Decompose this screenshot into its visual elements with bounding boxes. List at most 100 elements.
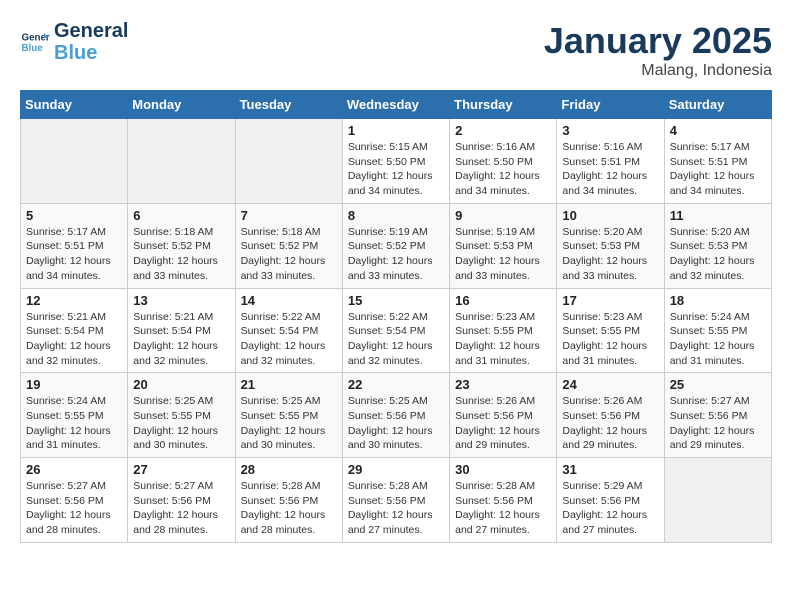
calendar-cell: 23Sunrise: 5:26 AMSunset: 5:56 PMDayligh… bbox=[450, 373, 557, 458]
day-info: Sunrise: 5:24 AMSunset: 5:55 PMDaylight:… bbox=[670, 310, 766, 369]
day-info: Sunrise: 5:28 AMSunset: 5:56 PMDaylight:… bbox=[241, 479, 337, 538]
day-number: 27 bbox=[133, 462, 229, 477]
calendar-cell: 13Sunrise: 5:21 AMSunset: 5:54 PMDayligh… bbox=[128, 288, 235, 373]
day-number: 3 bbox=[562, 123, 658, 138]
calendar-cell: 3 Sunrise: 5:16 AMSunset: 5:51 PMDaylight… bbox=[557, 119, 664, 204]
day-number: 22 bbox=[348, 377, 444, 392]
day-number: 12 bbox=[26, 293, 122, 308]
calendar-cell: 6 Sunrise: 5:18 AMSunset: 5:52 PMDaylight… bbox=[128, 203, 235, 288]
calendar-cell: 14 Sunrise: 5:22 AMSunset: 5:54 PMDayligh… bbox=[235, 288, 342, 373]
calendar-cell: 7 Sunrise: 5:18 AMSunset: 5:52 PMDaylight… bbox=[235, 203, 342, 288]
day-info: Sunrise: 5:15 AMSunset: 5:50 PMDaylight:… bbox=[348, 140, 444, 199]
calendar-cell: 5 Sunrise: 5:17 AMSunset: 5:51 PMDaylight… bbox=[21, 203, 128, 288]
day-number: 18 bbox=[670, 293, 766, 308]
day-info: Sunrise: 5:27 AMSunset: 5:56 PMDaylight:… bbox=[133, 479, 229, 538]
day-info: Sunrise: 5:20 AMSunset: 5:53 PMDaylight:… bbox=[670, 225, 766, 284]
calendar-cell: 15 Sunrise: 5:22 AMSunset: 5:54 PMDayligh… bbox=[342, 288, 449, 373]
svg-text:Blue: Blue bbox=[22, 43, 44, 54]
title-block: January 2025 Malang, Indonesia bbox=[544, 20, 772, 80]
week-row-1: 1Sunrise: 5:15 AMSunset: 5:50 PMDaylight… bbox=[21, 119, 772, 204]
day-info: Sunrise: 5:27 AMSunset: 5:56 PMDaylight:… bbox=[670, 394, 766, 453]
calendar-cell: 27 Sunrise: 5:27 AMSunset: 5:56 PMDayligh… bbox=[128, 458, 235, 543]
calendar-cell: 19 Sunrise: 5:24 AMSunset: 5:55 PMDayligh… bbox=[21, 373, 128, 458]
weekday-header-monday: Monday bbox=[128, 91, 235, 119]
day-number: 17 bbox=[562, 293, 658, 308]
calendar-cell: 12 Sunrise: 5:21 AMSunset: 5:54 PMDayligh… bbox=[21, 288, 128, 373]
day-info: Sunrise: 5:27 AMSunset: 5:56 PMDaylight:… bbox=[26, 479, 122, 538]
day-info: Sunrise: 5:20 AMSunset: 5:53 PMDaylight:… bbox=[562, 225, 658, 284]
logo-text-line1: General bbox=[54, 20, 128, 42]
week-row-4: 19 Sunrise: 5:24 AMSunset: 5:55 PMDayligh… bbox=[21, 373, 772, 458]
day-info: Sunrise: 5:18 AMSunset: 5:52 PMDaylight:… bbox=[241, 225, 337, 284]
day-number: 31 bbox=[562, 462, 658, 477]
calendar-cell: 8Sunrise: 5:19 AMSunset: 5:52 PMDaylight… bbox=[342, 203, 449, 288]
day-info: Sunrise: 5:17 AMSunset: 5:51 PMDaylight:… bbox=[26, 225, 122, 284]
day-number: 5 bbox=[26, 208, 122, 223]
day-info: Sunrise: 5:16 AMSunset: 5:51 PMDaylight:… bbox=[562, 140, 658, 199]
day-info: Sunrise: 5:22 AMSunset: 5:54 PMDaylight:… bbox=[348, 310, 444, 369]
calendar-cell bbox=[664, 458, 771, 543]
calendar-table: SundayMondayTuesdayWednesdayThursdayFrid… bbox=[20, 90, 772, 543]
logo-text-line2: Blue bbox=[54, 42, 128, 64]
calendar-cell: 30 Sunrise: 5:28 AMSunset: 5:56 PMDayligh… bbox=[450, 458, 557, 543]
day-info: Sunrise: 5:25 AMSunset: 5:55 PMDaylight:… bbox=[133, 394, 229, 453]
calendar-cell: 16 Sunrise: 5:23 AMSunset: 5:55 PMDayligh… bbox=[450, 288, 557, 373]
calendar-cell: 20 Sunrise: 5:25 AMSunset: 5:55 PMDayligh… bbox=[128, 373, 235, 458]
day-info: Sunrise: 5:28 AMSunset: 5:56 PMDaylight:… bbox=[348, 479, 444, 538]
day-number: 4 bbox=[670, 123, 766, 138]
calendar-cell: 4 Sunrise: 5:17 AMSunset: 5:51 PMDaylight… bbox=[664, 119, 771, 204]
calendar-cell: 10 Sunrise: 5:20 AMSunset: 5:53 PMDayligh… bbox=[557, 203, 664, 288]
week-row-3: 12 Sunrise: 5:21 AMSunset: 5:54 PMDayligh… bbox=[21, 288, 772, 373]
day-number: 14 bbox=[241, 293, 337, 308]
weekday-header-row: SundayMondayTuesdayWednesdayThursdayFrid… bbox=[21, 91, 772, 119]
calendar-cell: 22 Sunrise: 5:25 AMSunset: 5:56 PMDayligh… bbox=[342, 373, 449, 458]
calendar-cell: 11 Sunrise: 5:20 AMSunset: 5:53 PMDayligh… bbox=[664, 203, 771, 288]
day-info: Sunrise: 5:24 AMSunset: 5:55 PMDaylight:… bbox=[26, 394, 122, 453]
logo: General Blue General Blue bbox=[20, 20, 128, 64]
day-number: 11 bbox=[670, 208, 766, 223]
day-info: Sunrise: 5:19 AMSunset: 5:52 PMDaylight:… bbox=[348, 225, 444, 284]
calendar-cell: 29Sunrise: 5:28 AMSunset: 5:56 PMDayligh… bbox=[342, 458, 449, 543]
calendar-cell: 18 Sunrise: 5:24 AMSunset: 5:55 PMDayligh… bbox=[664, 288, 771, 373]
day-info: Sunrise: 5:19 AMSunset: 5:53 PMDaylight:… bbox=[455, 225, 551, 284]
day-info: Sunrise: 5:28 AMSunset: 5:56 PMDaylight:… bbox=[455, 479, 551, 538]
month-title: January 2025 bbox=[544, 20, 772, 62]
week-row-2: 5 Sunrise: 5:17 AMSunset: 5:51 PMDaylight… bbox=[21, 203, 772, 288]
day-info: Sunrise: 5:26 AMSunset: 5:56 PMDaylight:… bbox=[455, 394, 551, 453]
day-info: Sunrise: 5:22 AMSunset: 5:54 PMDaylight:… bbox=[241, 310, 337, 369]
day-number: 9 bbox=[455, 208, 551, 223]
day-info: Sunrise: 5:23 AMSunset: 5:55 PMDaylight:… bbox=[455, 310, 551, 369]
logo-icon: General Blue bbox=[20, 27, 50, 57]
weekday-header-thursday: Thursday bbox=[450, 91, 557, 119]
day-info: Sunrise: 5:21 AMSunset: 5:54 PMDaylight:… bbox=[26, 310, 122, 369]
day-number: 6 bbox=[133, 208, 229, 223]
day-info: Sunrise: 5:26 AMSunset: 5:56 PMDaylight:… bbox=[562, 394, 658, 453]
day-number: 30 bbox=[455, 462, 551, 477]
weekday-header-saturday: Saturday bbox=[664, 91, 771, 119]
calendar-cell: 26 Sunrise: 5:27 AMSunset: 5:56 PMDayligh… bbox=[21, 458, 128, 543]
day-number: 19 bbox=[26, 377, 122, 392]
day-number: 16 bbox=[455, 293, 551, 308]
weekday-header-sunday: Sunday bbox=[21, 91, 128, 119]
day-info: Sunrise: 5:25 AMSunset: 5:56 PMDaylight:… bbox=[348, 394, 444, 453]
day-number: 15 bbox=[348, 293, 444, 308]
day-number: 25 bbox=[670, 377, 766, 392]
calendar-cell bbox=[128, 119, 235, 204]
day-info: Sunrise: 5:23 AMSunset: 5:55 PMDaylight:… bbox=[562, 310, 658, 369]
day-number: 26 bbox=[26, 462, 122, 477]
calendar-cell: 25 Sunrise: 5:27 AMSunset: 5:56 PMDayligh… bbox=[664, 373, 771, 458]
svg-text:General: General bbox=[22, 33, 51, 44]
day-info: Sunrise: 5:17 AMSunset: 5:51 PMDaylight:… bbox=[670, 140, 766, 199]
calendar-cell bbox=[235, 119, 342, 204]
day-info: Sunrise: 5:18 AMSunset: 5:52 PMDaylight:… bbox=[133, 225, 229, 284]
day-info: Sunrise: 5:29 AMSunset: 5:56 PMDaylight:… bbox=[562, 479, 658, 538]
day-number: 20 bbox=[133, 377, 229, 392]
day-number: 10 bbox=[562, 208, 658, 223]
day-number: 7 bbox=[241, 208, 337, 223]
page-header: General Blue General Blue January 2025 M… bbox=[20, 20, 772, 80]
weekday-header-tuesday: Tuesday bbox=[235, 91, 342, 119]
location: Malang, Indonesia bbox=[544, 62, 772, 80]
weekday-header-wednesday: Wednesday bbox=[342, 91, 449, 119]
calendar-cell: 24Sunrise: 5:26 AMSunset: 5:56 PMDayligh… bbox=[557, 373, 664, 458]
calendar-cell: 31 Sunrise: 5:29 AMSunset: 5:56 PMDayligh… bbox=[557, 458, 664, 543]
